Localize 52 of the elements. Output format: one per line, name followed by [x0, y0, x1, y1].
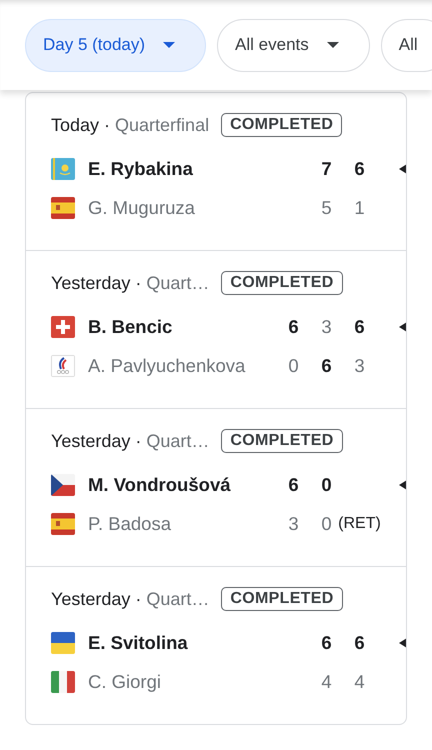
player-name: P. Badosa	[88, 512, 172, 534]
flag-icon	[51, 512, 75, 534]
player-name: A. Pavlyuchenkova	[88, 354, 246, 376]
set-score: 1	[354, 196, 365, 218]
player-name: C. Giorgi	[88, 670, 162, 692]
player-name: B. Bencic	[88, 316, 174, 338]
winner-arrow-icon	[399, 164, 406, 174]
winner-arrow-icon	[399, 480, 406, 490]
set-score: 4	[354, 670, 365, 692]
set-score: 0	[288, 354, 299, 376]
status-badge: COMPLETED	[221, 271, 343, 295]
caret-icon	[163, 42, 176, 48]
match-info: Yesterday · Quart…	[51, 588, 210, 610]
flag-icon	[51, 670, 75, 692]
caret-icon	[326, 42, 339, 48]
set-score: 6	[288, 316, 299, 338]
set-score: 6	[321, 632, 332, 654]
set-score: 7	[321, 158, 332, 180]
status-badge: COMPLETED	[221, 113, 342, 137]
set-score: 0	[321, 512, 332, 534]
player-name: G. Muguruza	[88, 196, 196, 218]
flag-icon	[51, 474, 75, 496]
status-badge: COMPLETED	[221, 429, 343, 453]
flag-icon	[51, 158, 75, 180]
match-info: Yesterday · Quart…	[51, 430, 210, 452]
player-name: E. Svitolina	[88, 632, 189, 654]
winner-arrow-icon	[399, 638, 406, 648]
filter-chip[interactable]: All	[380, 18, 432, 72]
match-info: Yesterday · Quart…	[51, 272, 210, 294]
player-name: M. Vondroušová	[88, 474, 232, 496]
status-badge: COMPLETED	[221, 587, 343, 611]
set-score: 0	[321, 474, 332, 496]
player-name: E. Rybakina	[88, 158, 194, 180]
set-score: 6	[321, 354, 332, 376]
retired-note: (RET)	[338, 514, 381, 532]
winner-arrow-icon	[399, 322, 406, 332]
set-score: 6	[354, 316, 365, 338]
flag-icon	[51, 316, 75, 338]
set-score: 3	[288, 512, 299, 534]
filter-chip[interactable]: Day 5 (today)	[25, 18, 206, 72]
set-score: 4	[321, 670, 332, 692]
set-score: 6	[354, 158, 365, 180]
flag-icon	[51, 196, 75, 218]
filter-chip[interactable]: All events	[217, 18, 370, 72]
set-score: 3	[354, 354, 365, 376]
set-score: 6	[288, 474, 299, 496]
set-score: 6	[354, 632, 365, 654]
flag-icon	[51, 354, 75, 376]
match-info: Today · Quarterfinal	[51, 114, 210, 136]
set-score: 5	[321, 196, 332, 218]
set-score: 3	[321, 316, 332, 338]
flag-icon	[51, 632, 75, 654]
